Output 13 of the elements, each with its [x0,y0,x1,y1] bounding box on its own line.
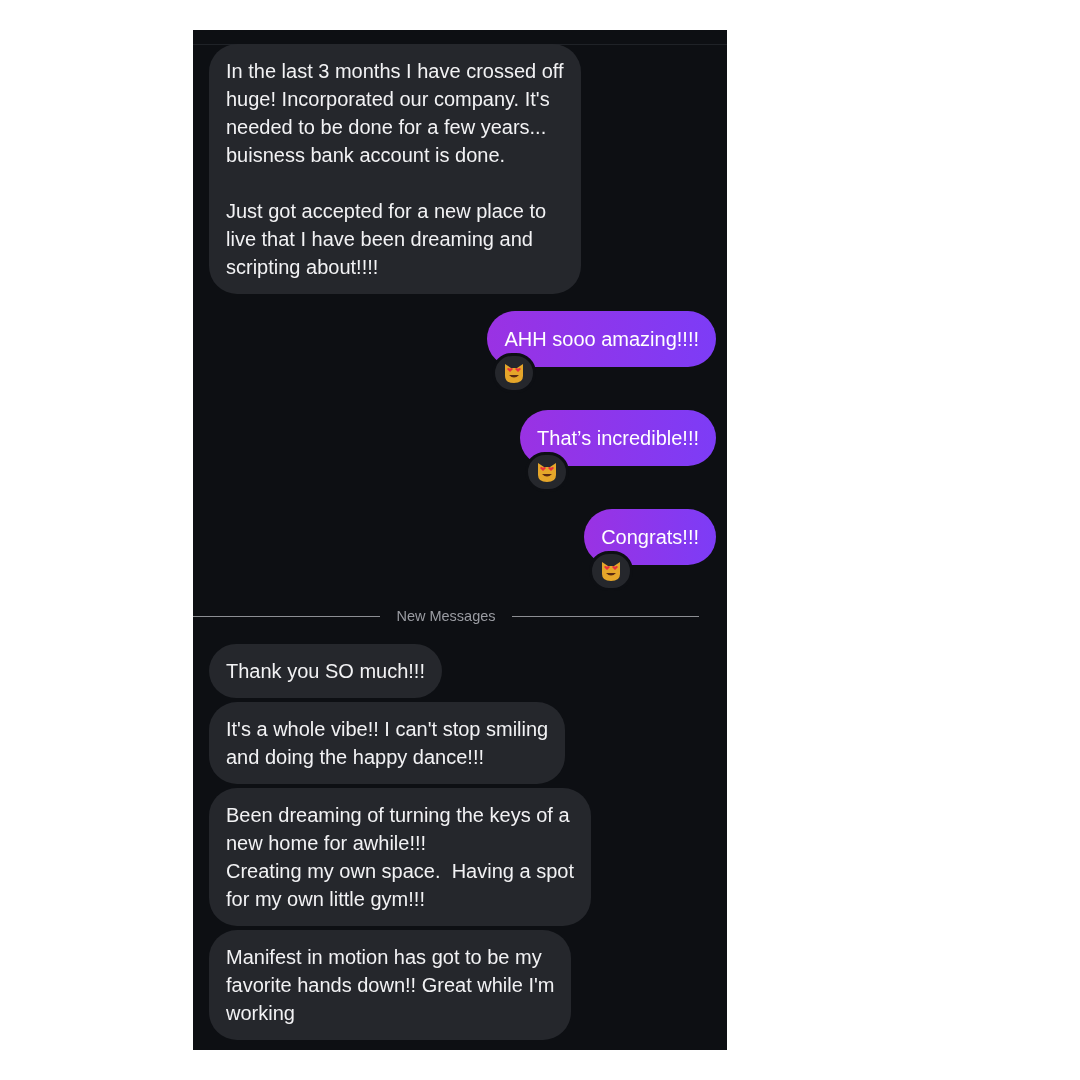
message-text: Just got accepted for a new place to live that I have been dreaming and scripting about!!!! [226,199,548,280]
message-text: Thank you SO much!!! [226,658,425,684]
message-text: Been dreaming of turning the keys of a new home for awhile!!! Creating my own space. Having a spot for my own little gym!!! [226,802,574,912]
message-text: AHH sooo amazing!!!! [504,327,699,352]
message-text: That’s incredible!!! [537,426,699,451]
message-text: In the last 3 months I have crossed off huge! Incorporated our company. It's needed to be done for a few years... buisness bank account is done. [226,59,564,168]
message-text: It's a whole vibe!! I can't stop smiling and doing the happy dance!!! [226,716,549,770]
new-messages-divider-label: New Messages [396,607,496,626]
cat-face-icon [600,560,623,582]
cat-face-icon [536,461,559,483]
message-text: Congrats!!! [601,525,699,550]
cat-face-icon [503,362,526,384]
message-text: Manifest in motion has got to be my favorite hands down!! Great while I'm working [226,944,555,1026]
